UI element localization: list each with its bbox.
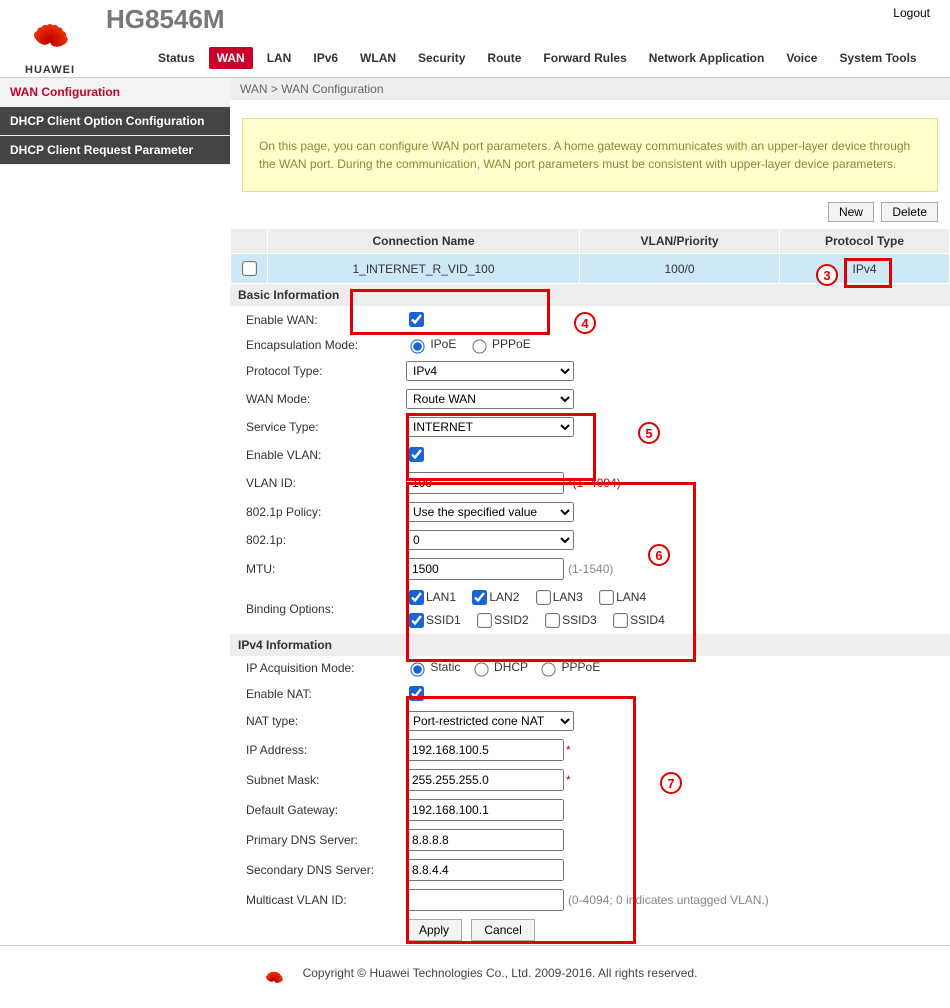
label-ip-address: IP Address: [230, 735, 398, 765]
label-nat-type: NAT type: [230, 707, 398, 735]
cell-connection-name: 1_INTERNET_R_VID_100 [268, 254, 580, 284]
label-dot1p: 802.1p: [230, 526, 398, 554]
cell-proto: IPv4 [780, 254, 950, 284]
logout-link[interactable]: Logout [893, 6, 930, 20]
nav-system-tools[interactable]: System Tools [831, 47, 924, 69]
footer-text: Copyright © Huawei Technologies Co., Ltd… [303, 966, 698, 980]
enable-vlan-checkbox[interactable] [409, 447, 424, 462]
nat-type-select[interactable]: Port-restricted cone NAT [406, 711, 574, 731]
header: HUAWEI HG8546M Logout Status WAN LAN IPv… [0, 0, 950, 78]
label-encap: Encapsulation Mode: [230, 333, 398, 357]
vlan-id-input[interactable] [406, 472, 564, 494]
section-ipv4-information: IPv4 Information [230, 634, 950, 656]
cancel-button[interactable]: Cancel [471, 919, 534, 941]
label-wan-mode: WAN Mode: [230, 385, 398, 413]
ipacq-static-radio[interactable] [410, 662, 424, 676]
ipacq-dhcp-radio[interactable] [474, 662, 488, 676]
ip-address-input[interactable] [406, 739, 564, 761]
dot1p-select[interactable]: 0 [406, 530, 574, 550]
model-title: HG8546M [106, 4, 225, 35]
info-box: On this page, you can configure WAN port… [242, 118, 938, 192]
label-dot1p-policy: 802.1p Policy: [230, 498, 398, 526]
nav-voice[interactable]: Voice [778, 47, 825, 69]
label-mtu: MTU: [230, 554, 398, 584]
th-protocol-type: Protocol Type [780, 229, 950, 254]
label-enable-wan: Enable WAN: [230, 306, 398, 333]
label-protocol-type: Protocol Type: [230, 357, 398, 385]
breadcrumb: WAN > WAN Configuration [230, 78, 950, 100]
sidebar-item-dhcp-request[interactable]: DHCP Client Request Parameter [0, 136, 230, 165]
huawei-logo-icon [18, 2, 82, 52]
label-enable-vlan: Enable VLAN: [230, 441, 398, 468]
wan-mode-select[interactable]: Route WAN [406, 389, 574, 409]
encap-ipoe-radio[interactable] [410, 339, 424, 353]
apply-button[interactable]: Apply [406, 919, 462, 941]
bind-lan2[interactable] [472, 590, 487, 605]
form-basic: Enable WAN: Encapsulation Mode: IPoE PPP… [230, 306, 950, 634]
nav-route[interactable]: Route [479, 47, 529, 69]
label-gateway: Default Gateway: [230, 795, 398, 825]
label-dns1: Primary DNS Server: [230, 825, 398, 855]
label-dns2: Secondary DNS Server: [230, 855, 398, 885]
bind-lan4[interactable] [599, 590, 614, 605]
bind-lan1[interactable] [409, 590, 424, 605]
main-panel: WAN > WAN Configuration On this page, yo… [230, 78, 950, 945]
encap-pppoe-radio[interactable] [472, 339, 486, 353]
nav-ipv6[interactable]: IPv6 [305, 47, 346, 69]
brand-text: HUAWEI [25, 64, 75, 76]
section-basic-information: Basic Information [230, 284, 950, 306]
label-binding: Binding Options: [230, 584, 398, 634]
service-type-select[interactable]: INTERNET [406, 417, 574, 437]
label-service-type: Service Type: [230, 413, 398, 441]
th-connection-name: Connection Name [268, 229, 580, 254]
connection-table: Connection Name VLAN/Priority Protocol T… [230, 228, 950, 284]
label-mcast-vlan: Multicast VLAN ID: [230, 885, 398, 915]
mtu-input[interactable] [406, 558, 564, 580]
label-enable-nat: Enable NAT: [230, 680, 398, 707]
cell-vlan: 100/0 [580, 254, 780, 284]
protocol-type-select[interactable]: IPv4 [406, 361, 574, 381]
top-nav: Status WAN LAN IPv6 WLAN Security Route … [150, 47, 925, 69]
nav-forward-rules[interactable]: Forward Rules [535, 47, 634, 69]
form-ipv4: IP Acquisition Mode: Static DHCP PPPoE E… [230, 656, 950, 945]
nav-status[interactable]: Status [150, 47, 203, 69]
sidebar-item-dhcp-option[interactable]: DHCP Client Option Configuration [0, 107, 230, 136]
ipacq-pppoe-radio[interactable] [542, 662, 556, 676]
enable-wan-checkbox[interactable] [409, 312, 424, 327]
delete-button[interactable]: Delete [881, 202, 938, 222]
bind-ssid3[interactable] [545, 613, 560, 628]
mcast-vlan-input[interactable] [406, 889, 564, 911]
bind-ssid2[interactable] [477, 613, 492, 628]
row-checkbox[interactable] [242, 261, 257, 276]
th-vlan-priority: VLAN/Priority [580, 229, 780, 254]
sidebar-item-wan-config[interactable]: WAN Configuration [0, 78, 230, 107]
gateway-input[interactable] [406, 799, 564, 821]
bind-ssid1[interactable] [409, 613, 424, 628]
subnet-input[interactable] [406, 769, 564, 791]
label-subnet: Subnet Mask: [230, 765, 398, 795]
toolbar: New Delete [230, 202, 950, 228]
bind-ssid4[interactable] [613, 613, 628, 628]
dns1-input[interactable] [406, 829, 564, 851]
dot1p-policy-select[interactable]: Use the specified value [406, 502, 574, 522]
dns2-input[interactable] [406, 859, 564, 881]
new-button[interactable]: New [828, 202, 874, 222]
nav-lan[interactable]: LAN [259, 47, 300, 69]
th-checkbox [231, 229, 268, 254]
label-vlan-id: VLAN ID: [230, 468, 398, 498]
huawei-logo-icon [263, 966, 284, 981]
nav-network-application[interactable]: Network Application [641, 47, 773, 69]
nav-wan[interactable]: WAN [209, 47, 253, 69]
footer: Copyright © Huawei Technologies Co., Ltd… [0, 945, 950, 1008]
label-ip-acq: IP Acquisition Mode: [230, 656, 398, 680]
nav-wlan[interactable]: WLAN [352, 47, 404, 69]
bind-lan3[interactable] [536, 590, 551, 605]
sidebar: WAN Configuration DHCP Client Option Con… [0, 78, 230, 945]
nav-security[interactable]: Security [410, 47, 473, 69]
table-row[interactable]: 1_INTERNET_R_VID_100 100/0 IPv4 [231, 254, 950, 284]
logo-block: HUAWEI [18, 2, 82, 76]
enable-nat-checkbox[interactable] [409, 686, 424, 701]
